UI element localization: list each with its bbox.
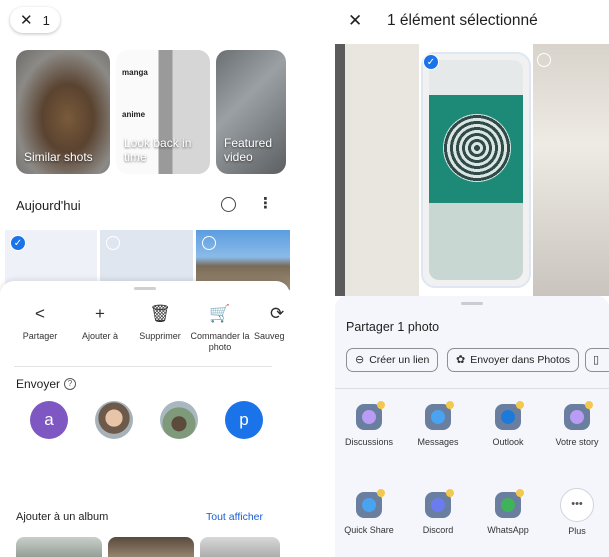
app-label: WhatsApp (487, 525, 529, 535)
send-title-text: Envoyer (16, 377, 61, 391)
app-more[interactable]: ••• Plus (546, 488, 608, 536)
unselected-circle-icon[interactable] (537, 53, 551, 67)
messenger-icon (356, 401, 385, 430)
selected-check-icon[interactable]: ✓ (10, 235, 26, 251)
close-icon[interactable]: ✕ (348, 11, 362, 31)
unselected-circle-icon[interactable] (202, 236, 216, 250)
messenger-icon (564, 401, 593, 430)
view-all-albums-link[interactable]: Tout afficher (206, 511, 263, 523)
photo-preview[interactable] (533, 44, 609, 296)
contact-row: a p (30, 401, 280, 441)
action-label: Sauveg (254, 331, 285, 341)
memory-card-label: Similar shots (24, 150, 93, 164)
app-whatsapp[interactable]: WhatsApp (477, 489, 539, 535)
selection-title: 1 élément sélectionné (387, 12, 538, 29)
share-icon: < (35, 304, 45, 323)
messages-icon (425, 401, 454, 430)
order-photo-button[interactable]: 🛒 Commander la photo (188, 303, 252, 353)
memory-card-label: Look back in time (124, 136, 192, 164)
app-discussions[interactable]: Discussions (338, 401, 400, 447)
action-bottom-sheet: < Partager + Ajouter à 🗑 Supprimer 🛒 Com… (0, 281, 290, 557)
memory-card-label: Featured video (224, 136, 273, 164)
link-icon: ⊖ (355, 354, 365, 366)
app-label: Quick Share (344, 525, 394, 535)
album-thumbnail[interactable] (16, 537, 102, 557)
card-tag-anime: anime (122, 110, 146, 119)
action-row: < Partager + Ajouter à 🗑 Supprimer 🛒 Com… (0, 303, 290, 373)
plus-icon: + (95, 304, 105, 323)
app-label: Plus (568, 526, 586, 536)
app-messages[interactable]: Messages (407, 401, 469, 447)
cart-icon: 🛒 (209, 304, 231, 323)
chip-label: Créer un lien (369, 354, 430, 366)
divider (335, 388, 609, 389)
select-all-circle-icon[interactable] (221, 197, 236, 212)
app-votre-story[interactable]: Votre story (546, 401, 608, 447)
whatsapp-icon (495, 489, 524, 518)
memory-card-featured-video[interactable]: Featured video (216, 50, 286, 174)
more-horiz-icon: ••• (560, 488, 594, 522)
discord-icon (425, 489, 454, 518)
app-label: Outlook (492, 437, 524, 447)
share-button[interactable]: < Partager (8, 303, 72, 342)
app-discord[interactable]: Discord (407, 489, 469, 535)
app-label: Discord (422, 525, 454, 535)
action-label: Commander la photo (190, 331, 250, 352)
app-label: Votre story (555, 437, 599, 447)
send-in-photos-chip[interactable]: ✿ Envoyer dans Photos (447, 348, 580, 372)
chip-label: Envoyer dans Photos (470, 354, 571, 366)
share-title: Partager 1 photo (346, 320, 440, 334)
divider (14, 366, 272, 367)
close-icon[interactable]: ✕ (20, 11, 33, 29)
selection-chip[interactable]: ✕ 1 (10, 7, 60, 33)
app-outlook[interactable]: Outlook (477, 401, 539, 447)
app-quick-share[interactable]: Quick Share (338, 489, 400, 535)
memory-card-look-back[interactable]: manga anime Look back in time (116, 50, 210, 174)
album-row (16, 537, 280, 557)
memories-carousel: Similar shots manga anime Look back in t… (16, 50, 286, 174)
contact-avatar-photo[interactable] (95, 401, 133, 439)
outlook-icon (495, 401, 524, 430)
create-link-chip[interactable]: ⊖ Créer un lien (346, 348, 439, 372)
delete-button[interactable]: 🗑 Supprimer (128, 303, 192, 342)
app-label: Messages (417, 437, 459, 447)
save-icon: ▯ (593, 354, 600, 366)
selection-count: 1 (42, 12, 50, 28)
backup-icon: ⟳ (270, 304, 285, 323)
sheet-drag-handle[interactable] (461, 302, 483, 305)
sheet-drag-handle[interactable] (134, 287, 156, 290)
action-label: Supprimer (139, 331, 181, 341)
selected-check-icon[interactable]: ✓ (423, 54, 439, 70)
album-thumbnail[interactable] (108, 537, 194, 557)
unselected-circle-icon[interactable] (106, 236, 120, 250)
backup-button[interactable]: ⟳ Sauveg (248, 303, 290, 342)
action-label: Ajouter à (81, 331, 119, 341)
add-to-album-title: Ajouter à un album (16, 511, 109, 523)
selected-photos-strip (335, 44, 609, 296)
contact-avatar-a[interactable]: a (30, 401, 68, 439)
date-section-title: Aujourd'hui (16, 198, 81, 213)
memory-card-similar-shots[interactable]: Similar shots (16, 50, 110, 174)
action-label: Partager (22, 331, 58, 341)
more-vert-icon[interactable]: ⋮ (258, 196, 273, 212)
help-icon[interactable]: ? (64, 378, 77, 390)
add-to-button[interactable]: + Ajouter à (68, 303, 132, 342)
left-screen: ✕ 1 Similar shots manga anime Look back … (0, 0, 290, 557)
right-screen: ✕ 1 élément sélectionné ✓ Partager 1 pho… (335, 0, 609, 557)
quick-share-icon (356, 489, 385, 518)
more-chip[interactable]: ▯ (585, 348, 609, 372)
photos-icon: ✿ (456, 354, 466, 366)
contact-avatar-photo[interactable] (160, 401, 198, 439)
contact-avatar-p[interactable]: p (225, 401, 263, 439)
card-tag-manga: manga (122, 68, 148, 77)
fan-image (443, 114, 511, 182)
app-label: Discussions (344, 437, 393, 447)
trash-icon: 🗑 (149, 304, 171, 323)
share-bottom-sheet: Partager 1 photo ⊖ Créer un lien ✿ Envoy… (335, 296, 609, 557)
photo-preview-selected[interactable] (421, 52, 531, 288)
photo-preview[interactable] (335, 44, 419, 296)
send-section-title: Envoyer ? (16, 377, 77, 391)
album-thumbnail[interactable] (200, 537, 280, 557)
